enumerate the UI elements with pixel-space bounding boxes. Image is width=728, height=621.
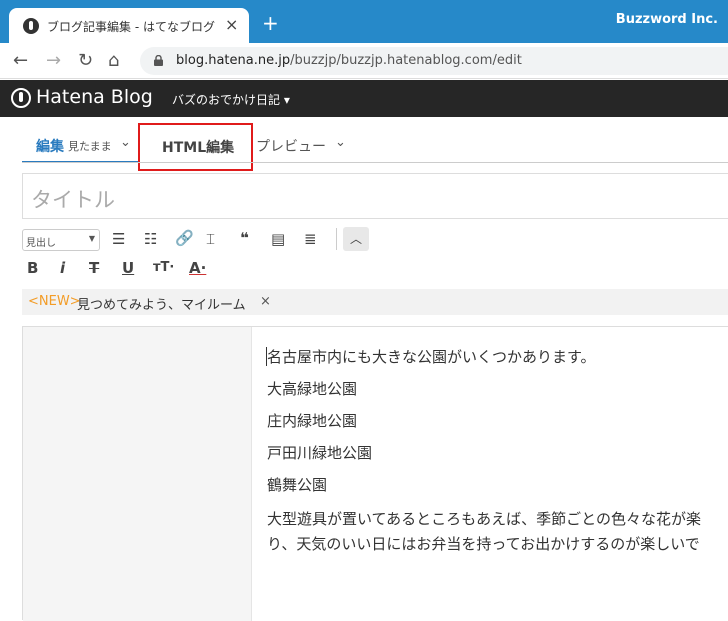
- blockquote-icon[interactable]: ❝: [240, 229, 249, 247]
- body-line: り、天気のいい日にはお弁当を持ってお出かけするのが楽しいで: [267, 535, 700, 553]
- hatena-header: Hatena Blog バズのおでかけ日記 ▾: [0, 80, 728, 117]
- tab-preview-label: プレビュー: [256, 139, 326, 155]
- bold-icon[interactable]: B: [27, 259, 38, 277]
- new-tag: <NEW>: [28, 294, 81, 309]
- tab-edit-label: 編集: [36, 139, 64, 155]
- notice-bar[interactable]: <NEW> 見つめてみよう、マイルーム ×: [22, 289, 728, 315]
- tab-html-label: HTML編集: [162, 140, 235, 156]
- body-line: 大型遊具が置いてあるところもあえば、季節ごとの色々な花が楽: [267, 510, 701, 528]
- paragraph-format-icon[interactable]: ≣: [304, 230, 317, 248]
- editor-content[interactable]: 名古屋市内にも大きな公園がいくつかあります。 大高緑地公園 庄内緑地公園 戸田川…: [22, 326, 728, 621]
- toolbar-separator: [336, 228, 337, 250]
- collapse-toolbar-icon[interactable]: ︿: [343, 227, 369, 251]
- link-icon[interactable]: 🔗: [175, 229, 194, 247]
- url-text: blog.hatena.ne.jp/buzzjp/buzzjp.hatenabl…: [176, 53, 522, 68]
- lock-icon: [154, 55, 163, 66]
- tab-edit-mode: 見たまま: [68, 140, 112, 153]
- notice-message[interactable]: 見つめてみよう、マイルーム: [77, 294, 246, 313]
- hatena-favicon-icon: [23, 18, 39, 34]
- new-tab-icon[interactable]: +: [262, 13, 279, 33]
- back-icon[interactable]: ←: [13, 51, 28, 71]
- address-bar: ← → ↻ ⌂ blog.hatena.ne.jp/buzzjp/buzzjp.…: [0, 43, 728, 79]
- editor-tabs: 編集 見たまま ⌄ HTML編集 プレビュー ⌄: [0, 118, 728, 171]
- text-color-icon[interactable]: A·: [189, 259, 206, 277]
- strikethrough-icon[interactable]: T: [89, 259, 99, 277]
- close-notice-icon[interactable]: ×: [260, 294, 271, 309]
- url-field[interactable]: blog.hatena.ne.jp/buzzjp/buzzjp.hatenabl…: [140, 47, 728, 75]
- hatena-logo-icon[interactable]: [11, 88, 31, 108]
- tab-title: ブログ記事編集 - はてなブログ: [47, 20, 215, 34]
- font-size-icon[interactable]: тT·: [153, 259, 174, 277]
- italic-icon[interactable]: i: [60, 259, 65, 277]
- read-more-icon[interactable]: ⌶: [206, 230, 215, 248]
- forward-icon[interactable]: →: [46, 51, 61, 71]
- title-input[interactable]: タイトル: [22, 173, 728, 219]
- chevron-down-icon[interactable]: ⌄: [335, 135, 346, 150]
- table-of-contents-icon[interactable]: ▤: [271, 230, 285, 248]
- tabs-divider: [22, 162, 728, 163]
- heading-select[interactable]: 見出し ▼: [22, 229, 100, 251]
- body-line: 戸田川緑地公園: [267, 444, 373, 462]
- close-tab-icon[interactable]: ×: [225, 15, 238, 34]
- body-line: 名古屋市内にも大きな公園がいくつかあります。: [267, 348, 596, 366]
- blog-selector[interactable]: バズのおでかけ日記 ▾: [172, 91, 290, 108]
- caret-down-icon: ▼: [88, 234, 95, 243]
- browser-tab-bar: ブログ記事編集 - はてなブログ × + Buzzword Inc.: [0, 0, 728, 43]
- hatena-logo-text[interactable]: Hatena Blog: [36, 86, 153, 108]
- editor-body[interactable]: 名古屋市内にも大きな公園がいくつかあります。 大高緑地公園 庄内緑地公園 戸田川…: [267, 347, 728, 557]
- reload-icon[interactable]: ↻: [78, 51, 93, 71]
- bullet-list-icon[interactable]: ☰: [112, 230, 125, 248]
- browser-tab[interactable]: ブログ記事編集 - はてなブログ ×: [9, 8, 249, 43]
- body-line: 庄内緑地公園: [267, 412, 358, 430]
- tab-html-edit[interactable]: HTML編集: [138, 123, 253, 171]
- underline-icon[interactable]: U: [122, 259, 134, 277]
- profile-label[interactable]: Buzzword Inc.: [616, 12, 718, 27]
- chevron-down-icon[interactable]: ⌄: [120, 135, 131, 150]
- tab-edit[interactable]: 編集 見たまま ⌄: [22, 118, 140, 163]
- body-line: 鶴舞公園: [267, 476, 328, 494]
- home-icon[interactable]: ⌂: [108, 51, 119, 71]
- editor-gutter: [23, 327, 252, 621]
- numbered-list-icon[interactable]: ☷: [144, 230, 157, 248]
- body-line: 大高緑地公園: [267, 380, 358, 398]
